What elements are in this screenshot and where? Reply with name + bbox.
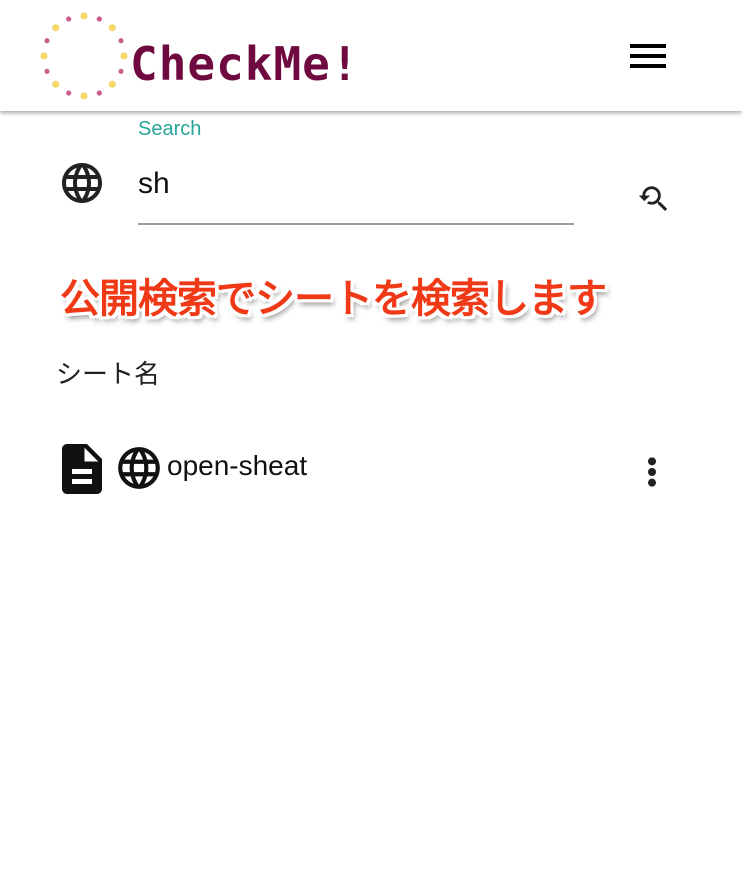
logo-dot <box>80 12 88 20</box>
globe-icon <box>118 447 160 489</box>
document-icon <box>62 444 102 494</box>
app-header: CheckMe! <box>0 0 742 111</box>
logo-dot <box>108 24 116 32</box>
search-field: Search <box>138 116 574 226</box>
logo-dot <box>118 38 124 44</box>
logo-dot <box>96 90 102 96</box>
menu-button[interactable] <box>626 40 670 72</box>
logo-dot <box>66 90 72 96</box>
logo-dot <box>52 24 60 32</box>
logo-dot <box>118 68 124 74</box>
logo-dot <box>40 52 48 60</box>
search-input[interactable] <box>138 158 574 210</box>
more-vert-icon[interactable] <box>642 456 662 488</box>
hamburger-icon <box>630 44 666 48</box>
refresh-search-icon[interactable] <box>636 182 670 216</box>
logo-dot <box>80 92 88 100</box>
logo-text: CheckMe! <box>130 37 360 91</box>
hamburger-icon <box>630 64 666 68</box>
logo-dot <box>120 52 128 60</box>
search-label: Search <box>138 118 202 140</box>
globe-icon <box>62 163 102 203</box>
column-header-sheet-name: シート名 <box>56 360 161 390</box>
logo-dot <box>44 38 50 44</box>
logo-dots-icon <box>40 12 128 100</box>
sheet-name[interactable]: open-sheat <box>167 450 307 482</box>
app-page: CheckMe! Search 公開検索でシートを検索します シート名 open… <box>0 0 742 884</box>
list-item[interactable]: open-sheat <box>56 436 686 500</box>
logo-dot <box>96 16 102 22</box>
hamburger-icon <box>630 54 666 58</box>
search-underline <box>138 223 574 225</box>
logo-dot <box>44 68 50 74</box>
logo-dot <box>66 16 72 22</box>
app-logo[interactable]: CheckMe! <box>36 6 416 106</box>
logo-dot <box>108 80 116 88</box>
logo-dot <box>52 80 60 88</box>
annotation-caption: 公開検索でシートを検索します <box>60 276 607 322</box>
